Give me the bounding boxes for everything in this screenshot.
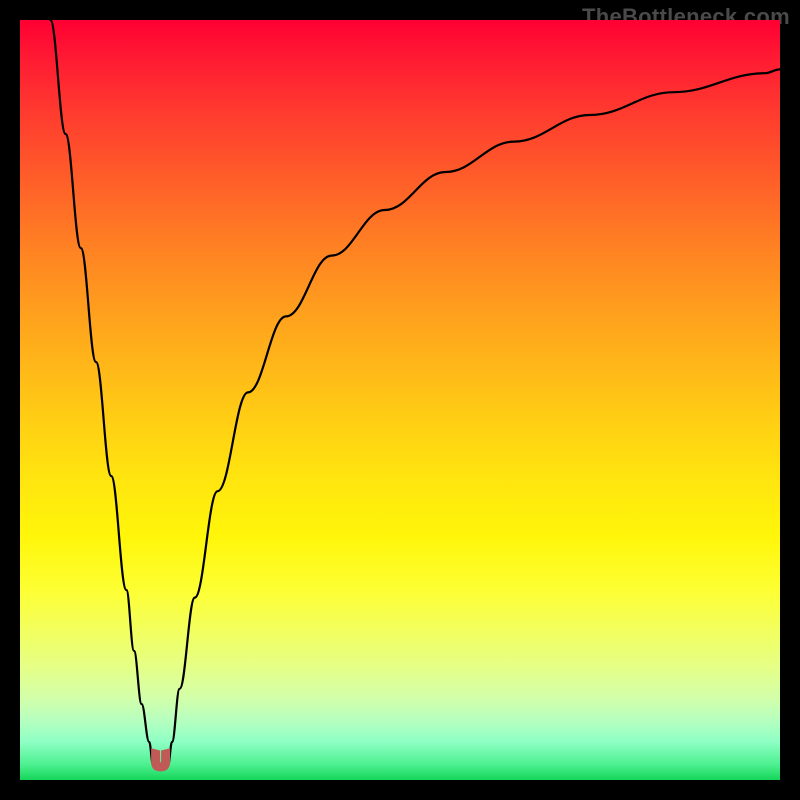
curve-svg xyxy=(20,20,780,780)
plot-area xyxy=(20,20,780,780)
optimal-point-marker xyxy=(152,749,170,771)
curve-left-branch xyxy=(50,20,153,765)
chart-frame: TheBottleneck.com xyxy=(0,0,800,800)
curve-right-branch xyxy=(168,69,780,764)
